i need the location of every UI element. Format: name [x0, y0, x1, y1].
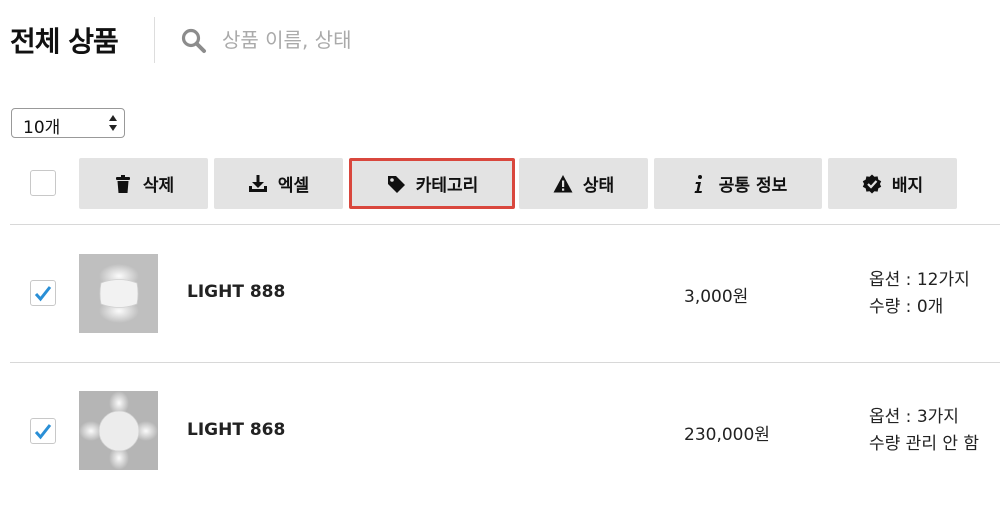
search-input[interactable]	[222, 24, 642, 56]
page-title: 전체 상품	[10, 25, 119, 58]
product-options: 옵션 : 3가지	[869, 407, 959, 427]
tag-icon	[387, 175, 405, 193]
product-stock: 수량 : 0개	[869, 297, 944, 317]
warning-icon	[553, 174, 573, 192]
product-price: 3,000원	[684, 287, 749, 307]
product-thumbnail	[79, 391, 158, 470]
select-arrows-icon	[109, 115, 117, 131]
common-info-button[interactable]: 공통 정보	[654, 158, 822, 209]
product-name[interactable]: LIGHT 868	[187, 420, 285, 440]
header: 전체 상품	[0, 0, 1000, 80]
delete-button-label: 삭제	[142, 176, 175, 196]
product-meta: 옵션 : 12가지 수량 : 0개	[869, 267, 970, 321]
delete-button[interactable]: 삭제	[79, 158, 208, 209]
product-thumbnail	[79, 254, 158, 333]
status-button-label: 상태	[582, 176, 615, 196]
badge-button-label: 배지	[891, 176, 924, 196]
status-button[interactable]: 상태	[519, 158, 648, 209]
trash-icon	[115, 174, 130, 193]
table-row: LIGHT 868 230,000원 옵션 : 3가지 수량 관리 안 함	[0, 363, 1000, 499]
row-checkbox[interactable]	[30, 418, 56, 444]
download-icon	[248, 174, 267, 192]
product-options: 옵션 : 12가지	[869, 270, 970, 290]
row-checkbox[interactable]	[30, 280, 56, 306]
table-row: LIGHT 888 3,000원 옵션 : 12가지 수량 : 0개	[0, 225, 1000, 361]
product-stock: 수량 관리 안 함	[869, 434, 980, 454]
page-size-select[interactable]: 10개	[11, 108, 125, 138]
search-icon	[181, 28, 206, 53]
excel-button-label: 엑셀	[277, 176, 310, 196]
excel-button[interactable]: 엑셀	[214, 158, 343, 209]
badge-check-icon	[862, 174, 882, 193]
info-icon	[694, 174, 702, 193]
common-info-button-label: 공통 정보	[718, 176, 788, 196]
product-meta: 옵션 : 3가지 수량 관리 안 함	[869, 404, 979, 458]
checkmark-icon	[34, 424, 52, 440]
category-button-label: 카테고리	[415, 176, 479, 196]
badge-button[interactable]: 배지	[828, 158, 957, 209]
product-name[interactable]: LIGHT 888	[187, 282, 285, 302]
page-size-value: 10개	[23, 118, 61, 138]
select-all-checkbox[interactable]	[30, 170, 56, 196]
header-divider	[154, 17, 155, 63]
product-price: 230,000원	[684, 425, 770, 445]
category-button[interactable]: 카테고리	[349, 158, 515, 209]
checkmark-icon	[34, 286, 52, 302]
